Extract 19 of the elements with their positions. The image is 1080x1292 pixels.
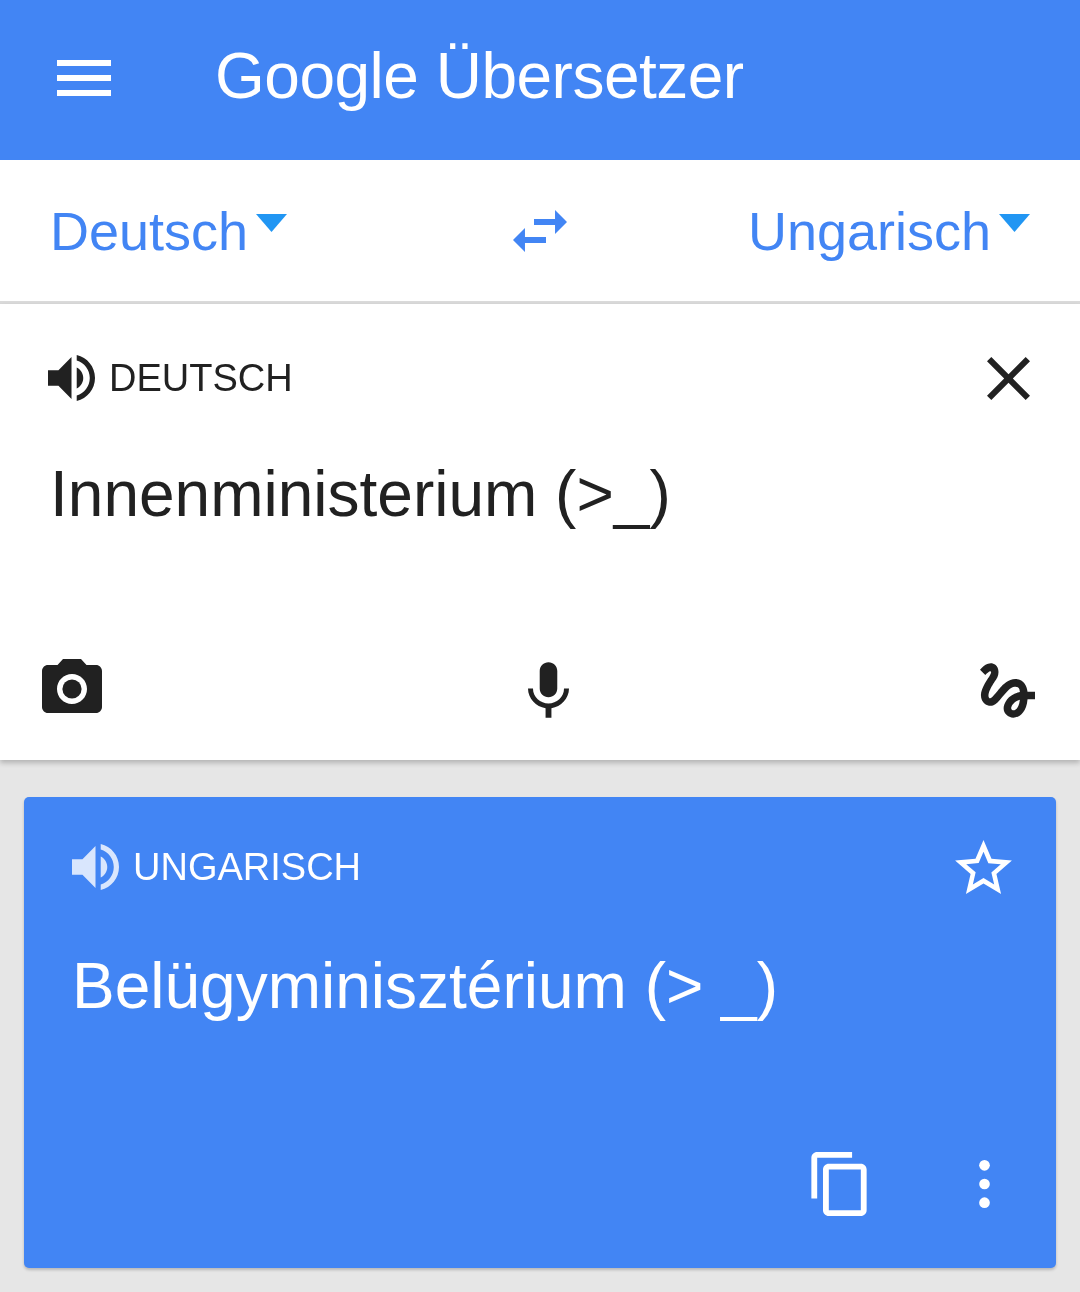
menu-icon[interactable] bbox=[57, 60, 111, 96]
swap-languages-icon[interactable] bbox=[513, 209, 567, 252]
caret-icon bbox=[999, 213, 1030, 232]
handwriting-icon[interactable] bbox=[980, 663, 1035, 718]
microphone-icon[interactable] bbox=[527, 662, 569, 718]
star-icon[interactable] bbox=[955, 840, 1012, 894]
speaker-icon[interactable] bbox=[48, 355, 95, 401]
close-icon[interactable] bbox=[987, 356, 1030, 400]
source-language-selector[interactable]: Deutsch bbox=[50, 199, 288, 262]
target-language-label: UNGARISCH bbox=[133, 845, 362, 889]
copy-icon[interactable] bbox=[811, 1152, 867, 1216]
source-text-field[interactable]: Innenministerium (>_) bbox=[50, 454, 671, 534]
caret-icon bbox=[256, 213, 288, 232]
target-language-selector[interactable]: Ungarisch bbox=[747, 199, 1030, 262]
camera-icon[interactable] bbox=[42, 659, 102, 713]
translation-text: Belügyminisztérium (> _) bbox=[72, 949, 778, 1024]
more-options-icon[interactable] bbox=[979, 1160, 990, 1208]
source-language-label: DEUTSCH bbox=[109, 356, 293, 400]
app-title: Google Übersetzer bbox=[215, 39, 744, 113]
